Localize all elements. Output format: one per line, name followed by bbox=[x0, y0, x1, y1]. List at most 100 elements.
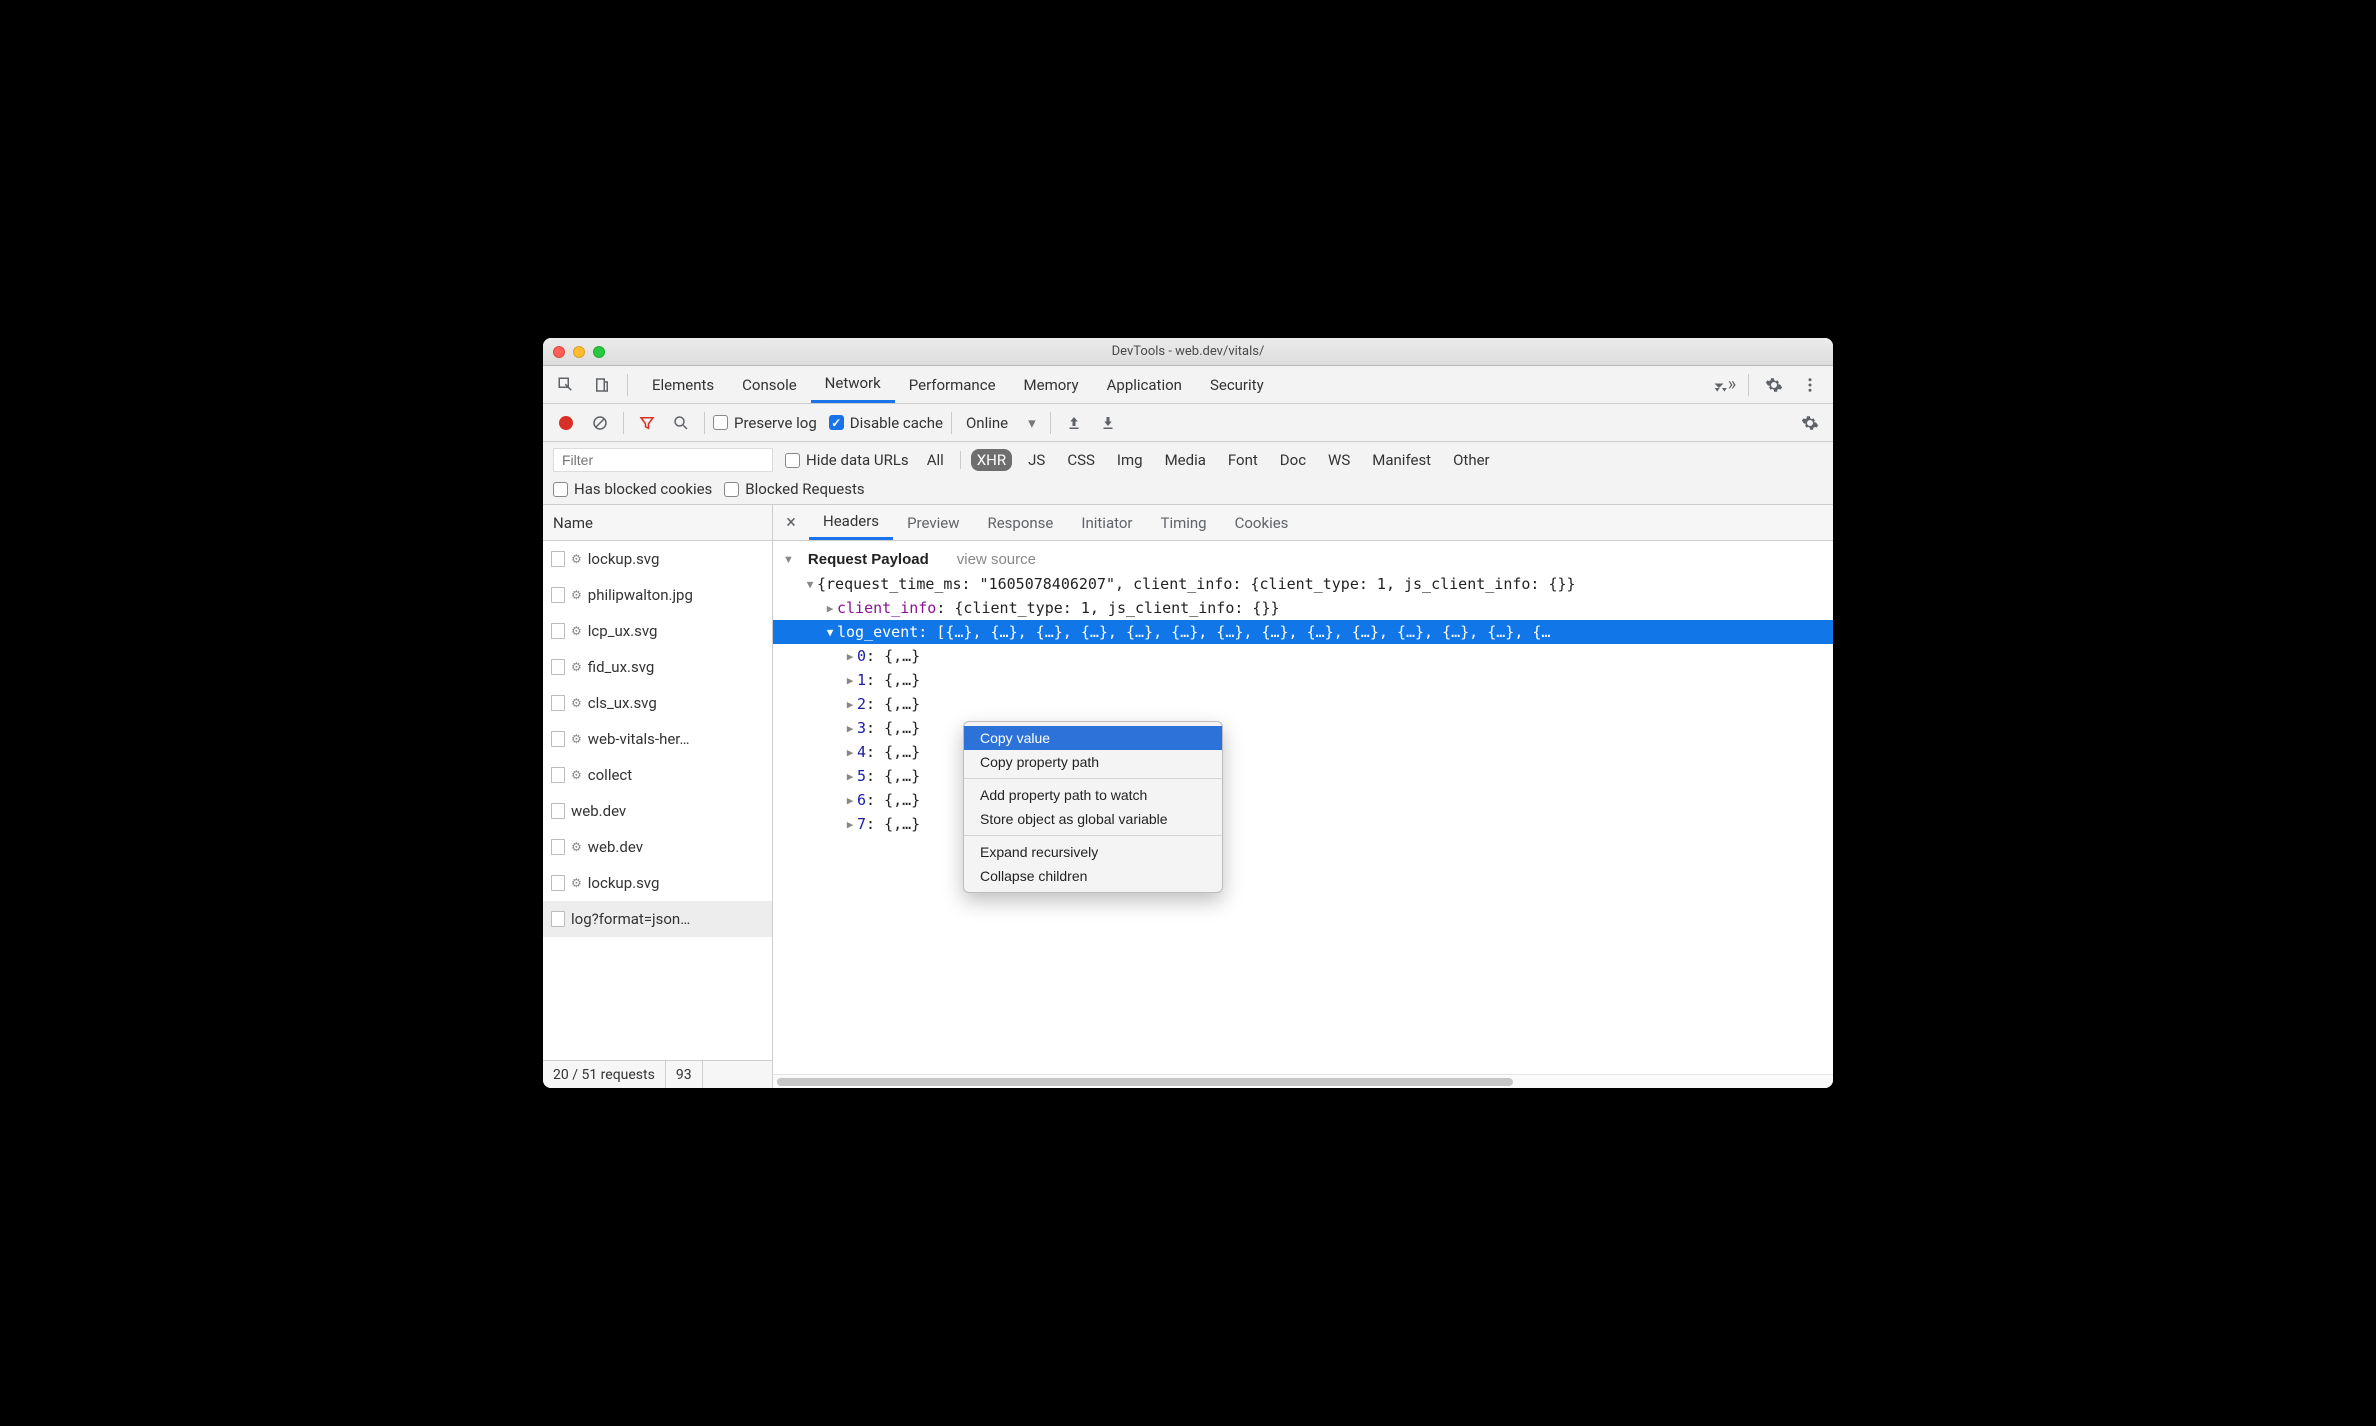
panel-tab-performance[interactable]: Performance bbox=[895, 366, 1010, 403]
panel-tab-network[interactable]: Network bbox=[811, 366, 895, 403]
separator bbox=[1748, 374, 1749, 396]
request-row[interactable]: ⚙web.dev bbox=[543, 829, 772, 865]
tree-row-client-info[interactable]: ▶ client_info: {client_type: 1, js_clien… bbox=[773, 596, 1833, 620]
filter-type-ws[interactable]: WS bbox=[1322, 449, 1356, 471]
file-icon bbox=[551, 767, 565, 783]
disable-cache-checkbox[interactable]: Disable cache bbox=[829, 414, 943, 432]
request-row[interactable]: ⚙fid_ux.svg bbox=[543, 649, 772, 685]
filter-type-all[interactable]: All bbox=[921, 449, 950, 471]
context-menu-item[interactable]: Copy property path bbox=[964, 750, 1222, 774]
request-row[interactable]: log?format=json… bbox=[543, 901, 772, 937]
request-name: fid_ux.svg bbox=[588, 658, 655, 676]
tree-row-item[interactable]: ▶3: {,…} bbox=[773, 716, 1833, 740]
context-menu-item[interactable]: Store object as global variable bbox=[964, 807, 1222, 831]
request-name: lockup.svg bbox=[588, 874, 660, 892]
preserve-log-checkbox[interactable]: Preserve log bbox=[713, 414, 817, 432]
throttling-select[interactable]: Online ▾ bbox=[960, 414, 1042, 432]
panel-tab-memory[interactable]: Memory bbox=[1010, 366, 1093, 403]
file-icon bbox=[551, 623, 565, 639]
file-icon bbox=[551, 695, 565, 711]
request-row[interactable]: ⚙lockup.svg bbox=[543, 541, 772, 577]
record-button[interactable] bbox=[551, 408, 581, 438]
file-icon bbox=[551, 839, 565, 855]
panel-tab-console[interactable]: Console bbox=[728, 366, 811, 403]
close-detail-button[interactable]: × bbox=[773, 505, 809, 540]
dropdown-icon: ▾ bbox=[1028, 414, 1036, 432]
panel-tab-security[interactable]: Security bbox=[1196, 366, 1278, 403]
request-name: lcp_ux.svg bbox=[588, 622, 658, 640]
request-row[interactable]: ⚙lockup.svg bbox=[543, 865, 772, 901]
filter-type-other[interactable]: Other bbox=[1447, 449, 1496, 471]
search-icon[interactable] bbox=[666, 408, 696, 438]
horizontal-scrollbar[interactable] bbox=[773, 1074, 1833, 1088]
kebab-menu-icon[interactable] bbox=[1795, 370, 1825, 400]
detail-tab-headers[interactable]: Headers bbox=[809, 505, 893, 540]
filter-type-manifest[interactable]: Manifest bbox=[1366, 449, 1437, 471]
section-title: Request Payload bbox=[808, 551, 929, 568]
tree-row-item[interactable]: ▶6: {,…} bbox=[773, 788, 1833, 812]
request-row[interactable]: ⚙cls_ux.svg bbox=[543, 685, 772, 721]
name-column-header[interactable]: Name bbox=[543, 505, 772, 541]
gear-icon: ⚙ bbox=[571, 732, 582, 746]
filter-type-media[interactable]: Media bbox=[1159, 449, 1212, 471]
settings-gear-icon[interactable] bbox=[1759, 370, 1789, 400]
network-settings-gear-icon[interactable] bbox=[1795, 408, 1825, 438]
view-source-link[interactable]: view source bbox=[957, 551, 1036, 568]
filter-icon[interactable] bbox=[632, 408, 662, 438]
tree-row-item[interactable]: ▶7: {,…} bbox=[773, 812, 1833, 836]
separator bbox=[951, 412, 952, 434]
request-row[interactable]: ⚙collect bbox=[543, 757, 772, 793]
request-name: web.dev bbox=[571, 802, 626, 820]
blocked-requests-checkbox[interactable]: Blocked Requests bbox=[724, 480, 864, 498]
context-menu-item[interactable]: Expand recursively bbox=[964, 840, 1222, 864]
request-list: ⚙lockup.svg⚙philipwalton.jpg⚙lcp_ux.svg⚙… bbox=[543, 541, 772, 1060]
clear-icon[interactable] bbox=[585, 408, 615, 438]
inspect-icon[interactable] bbox=[551, 370, 581, 400]
has-blocked-cookies-checkbox[interactable]: Has blocked cookies bbox=[553, 480, 712, 498]
tree-row-item[interactable]: ▶0: {,…} bbox=[773, 644, 1833, 668]
detail-tab-timing[interactable]: Timing bbox=[1147, 505, 1221, 540]
close-window-button[interactable] bbox=[553, 346, 565, 358]
tree-row-log-event[interactable]: ▼ log_event: [{…}, {…}, {…}, {…}, {…}, {… bbox=[773, 620, 1833, 644]
hide-data-urls-checkbox[interactable]: Hide data URLs bbox=[785, 451, 909, 469]
scrollbar-thumb[interactable] bbox=[777, 1078, 1513, 1086]
detail-tab-cookies[interactable]: Cookies bbox=[1221, 505, 1303, 540]
tree-row-root[interactable]: ▼ {request_time_ms: "1605078406207", cli… bbox=[773, 572, 1833, 596]
request-row[interactable]: ⚙philipwalton.jpg bbox=[543, 577, 772, 613]
filter-type-doc[interactable]: Doc bbox=[1274, 449, 1312, 471]
filter-type-img[interactable]: Img bbox=[1111, 449, 1149, 471]
detail-tab-initiator[interactable]: Initiator bbox=[1067, 505, 1146, 540]
minimize-window-button[interactable] bbox=[573, 346, 585, 358]
context-menu-item[interactable]: Collapse children bbox=[964, 864, 1222, 888]
zoom-window-button[interactable] bbox=[593, 346, 605, 358]
filter-type-font[interactable]: Font bbox=[1222, 449, 1264, 471]
request-row[interactable]: ⚙lcp_ux.svg bbox=[543, 613, 772, 649]
filter-type-css[interactable]: CSS bbox=[1061, 449, 1101, 471]
tree-row-item[interactable]: ▶4: {,…} bbox=[773, 740, 1833, 764]
gear-icon: ⚙ bbox=[571, 588, 582, 602]
tree-row-item[interactable]: ▶2: {,…} bbox=[773, 692, 1833, 716]
separator bbox=[623, 412, 624, 434]
panel-tab-elements[interactable]: Elements bbox=[638, 366, 728, 403]
context-menu-item[interactable]: Copy value bbox=[964, 726, 1222, 750]
detail-tabs: × HeadersPreviewResponseInitiatorTimingC… bbox=[773, 505, 1833, 541]
filter-input[interactable] bbox=[553, 448, 773, 472]
panel-tab-application[interactable]: Application bbox=[1093, 366, 1196, 403]
context-menu-item[interactable]: Add property path to watch bbox=[964, 783, 1222, 807]
tree-row-item[interactable]: ▶5: {,…} bbox=[773, 764, 1833, 788]
upload-har-icon[interactable] bbox=[1059, 408, 1089, 438]
request-payload-section[interactable]: ▼ Request Payload view source bbox=[773, 547, 1833, 572]
tree-row-item[interactable]: ▶1: {,…} bbox=[773, 668, 1833, 692]
file-icon bbox=[551, 551, 565, 567]
detail-tab-preview[interactable]: Preview bbox=[893, 505, 973, 540]
filter-type-xhr[interactable]: XHR bbox=[971, 449, 1012, 471]
detail-tab-response[interactable]: Response bbox=[973, 505, 1067, 540]
gear-icon: ⚙ bbox=[571, 552, 582, 566]
device-toggle-icon[interactable] bbox=[587, 370, 617, 400]
request-row[interactable]: web.dev bbox=[543, 793, 772, 829]
request-name: web-vitals-her… bbox=[588, 730, 690, 748]
request-row[interactable]: ⚙ web-vitals-her… bbox=[543, 721, 772, 757]
more-tabs-icon[interactable]: » bbox=[1708, 370, 1738, 400]
filter-type-js[interactable]: JS bbox=[1022, 449, 1051, 471]
download-har-icon[interactable] bbox=[1093, 408, 1123, 438]
